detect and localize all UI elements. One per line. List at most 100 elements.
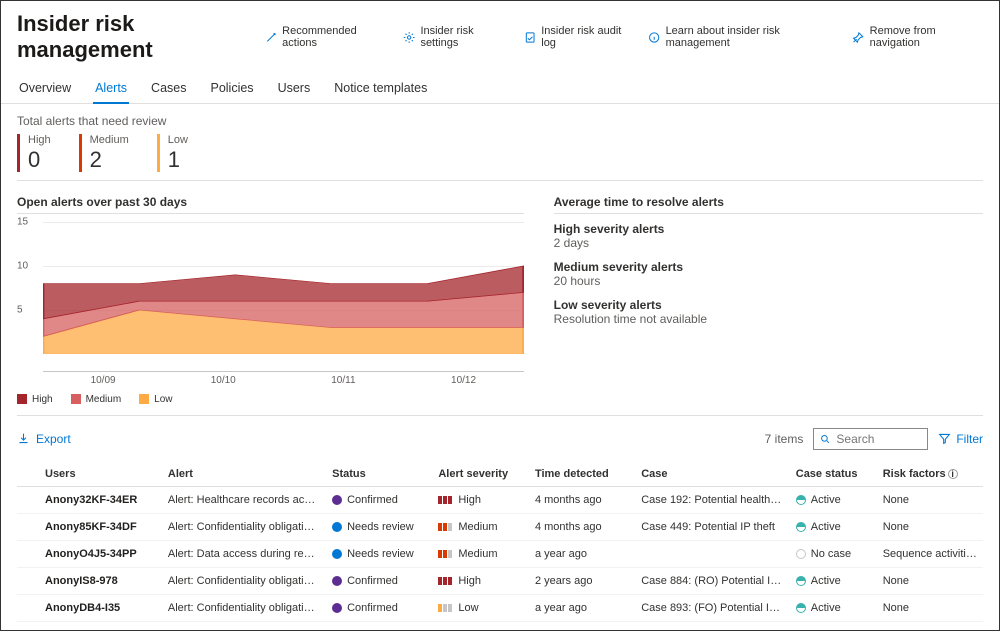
cell-alert: Alert: Confidentiality obligation during… xyxy=(162,594,326,621)
col-alert-severity[interactable]: Alert severity xyxy=(432,460,529,487)
label: Remove from navigation xyxy=(870,25,983,49)
cell-case-status: Active xyxy=(790,594,877,621)
learn-link[interactable]: Learn about insider risk management xyxy=(648,25,838,49)
kpi-value: 1 xyxy=(168,147,188,172)
cell-time: a year ago xyxy=(529,594,635,621)
mid-section: Open alerts over past 30 days 51015 10/0… xyxy=(1,187,999,415)
search-input[interactable] xyxy=(813,428,928,450)
x-tick: 10/11 xyxy=(283,375,403,386)
alerts-table: Users Alert Status Alert severity Time d… xyxy=(17,460,983,622)
filter-button[interactable]: Filter xyxy=(938,432,983,446)
table-row[interactable]: AnonyDB4-I35Alert: Confidentiality oblig… xyxy=(17,594,983,621)
value: 20 hours xyxy=(554,274,983,288)
header: Insider risk management Recommended acti… xyxy=(1,1,999,71)
review-title: Total alerts that need review xyxy=(17,114,983,128)
tab-overview[interactable]: Overview xyxy=(17,75,73,103)
x-tick: 10/10 xyxy=(163,375,283,386)
cell-user: Anony85KF-34DF xyxy=(17,513,162,540)
cell-status: Confirmed xyxy=(326,567,432,594)
review-section: Total alerts that need review High 0 Med… xyxy=(1,104,999,187)
cell-case: Case 893: (FO) Potential IP theft xyxy=(635,594,790,621)
resolve-medium: Medium severity alerts 20 hours xyxy=(554,260,983,288)
legend-item: Low xyxy=(139,394,172,405)
label: Recommended actions xyxy=(282,25,389,49)
label: Low severity alerts xyxy=(554,298,983,312)
x-tick: 10/09 xyxy=(43,375,163,386)
label: Insider risk settings xyxy=(420,25,509,49)
col-risk-factors[interactable]: Risk factorsi xyxy=(877,460,983,487)
table-row[interactable]: AnonyIS8-978Alert: Confidentiality oblig… xyxy=(17,567,983,594)
col-alert[interactable]: Alert xyxy=(162,460,326,487)
cell-alert: Alert: Confidentiality obligation during… xyxy=(162,567,326,594)
table-row[interactable]: Anony32KF-34ERAlert: Healthcare records … xyxy=(17,486,983,513)
cell-case-status: Active xyxy=(790,513,877,540)
col-case-status[interactable]: Case status xyxy=(790,460,877,487)
export-button[interactable]: Export xyxy=(17,432,71,446)
cell-status: Needs review xyxy=(326,540,432,567)
col-time-detected[interactable]: Time detected xyxy=(529,460,635,487)
table-row[interactable]: Anony85KF-34DFAlert: Confidentiality obl… xyxy=(17,513,983,540)
chart-column: Open alerts over past 30 days 51015 10/0… xyxy=(17,195,524,405)
item-count: 7 items xyxy=(765,432,804,446)
audit-log-link[interactable]: Insider risk audit log xyxy=(524,25,634,49)
legend-swatch xyxy=(71,394,81,404)
cell-time: 4 months ago xyxy=(529,513,635,540)
label: High severity alerts xyxy=(554,222,983,236)
cell-case-status: No case xyxy=(790,540,877,567)
cell-status: Confirmed xyxy=(326,594,432,621)
table-toolbar: Export 7 items Filter xyxy=(1,416,999,456)
cell-risk: None xyxy=(877,567,983,594)
recommended-actions-link[interactable]: Recommended actions xyxy=(265,25,389,49)
col-users[interactable]: Users xyxy=(17,460,162,487)
cell-time: 2 years ago xyxy=(529,567,635,594)
cell-risk: Sequence activities, Activities include … xyxy=(877,540,983,567)
kpi-label: Low xyxy=(168,134,188,147)
open-alerts-chart: 51015 10/0910/1010/1110/12 xyxy=(17,222,524,372)
cell-case: Case 884: (RO) Potential IP theft xyxy=(635,567,790,594)
header-actions: Recommended actions Insider risk setting… xyxy=(265,25,983,49)
filter-icon xyxy=(938,432,951,445)
value: 2 days xyxy=(554,236,983,250)
cell-time: 4 months ago xyxy=(529,486,635,513)
cell-risk: None xyxy=(877,513,983,540)
cell-user: AnonyO4J5-34PP xyxy=(17,540,162,567)
insider-risk-settings-link[interactable]: Insider risk settings xyxy=(403,25,510,49)
kpi-label: High xyxy=(28,134,51,147)
tab-alerts[interactable]: Alerts xyxy=(93,75,129,103)
kpi-medium: Medium 2 xyxy=(79,134,129,172)
cell-risk: None xyxy=(877,486,983,513)
legend-swatch xyxy=(17,394,27,404)
col-status[interactable]: Status xyxy=(326,460,432,487)
unpin-icon xyxy=(852,31,864,44)
tab-users[interactable]: Users xyxy=(276,75,313,103)
resolve-low: Low severity alerts Resolution time not … xyxy=(554,298,983,326)
kpi-low: Low 1 xyxy=(157,134,188,172)
download-icon xyxy=(17,432,30,445)
y-tick: 10 xyxy=(17,260,28,271)
cell-severity: Low xyxy=(432,594,529,621)
sparkle-icon xyxy=(265,31,277,44)
tab-cases[interactable]: Cases xyxy=(149,75,188,103)
value: Resolution time not available xyxy=(554,312,983,326)
tab-policies[interactable]: Policies xyxy=(208,75,255,103)
kpi-row: High 0 Medium 2 Low 1 xyxy=(17,134,983,181)
legend-label: High xyxy=(32,394,53,405)
tabs: Overview Alerts Cases Policies Users Not… xyxy=(1,71,999,104)
cell-alert: Alert: Data access during remote work... xyxy=(162,540,326,567)
chart-legend: HighMediumLow xyxy=(17,394,524,405)
info-icon xyxy=(648,31,660,44)
kpi-value: 2 xyxy=(90,147,129,172)
cell-user: AnonyDB4-I35 xyxy=(17,594,162,621)
remove-from-nav-link[interactable]: Remove from navigation xyxy=(852,25,983,49)
label: Medium severity alerts xyxy=(554,260,983,274)
tab-notice-templates[interactable]: Notice templates xyxy=(332,75,429,103)
search-field[interactable] xyxy=(836,432,921,446)
cell-case: Case 192: Potential healthcare records..… xyxy=(635,486,790,513)
cell-status: Confirmed xyxy=(326,486,432,513)
table-row[interactable]: AnonyO4J5-34PPAlert: Data access during … xyxy=(17,540,983,567)
col-case[interactable]: Case xyxy=(635,460,790,487)
legend-swatch xyxy=(139,394,149,404)
resolve-title: Average time to resolve alerts xyxy=(554,195,983,214)
label: Insider risk audit log xyxy=(541,25,634,49)
label: Learn about insider risk management xyxy=(666,25,839,49)
